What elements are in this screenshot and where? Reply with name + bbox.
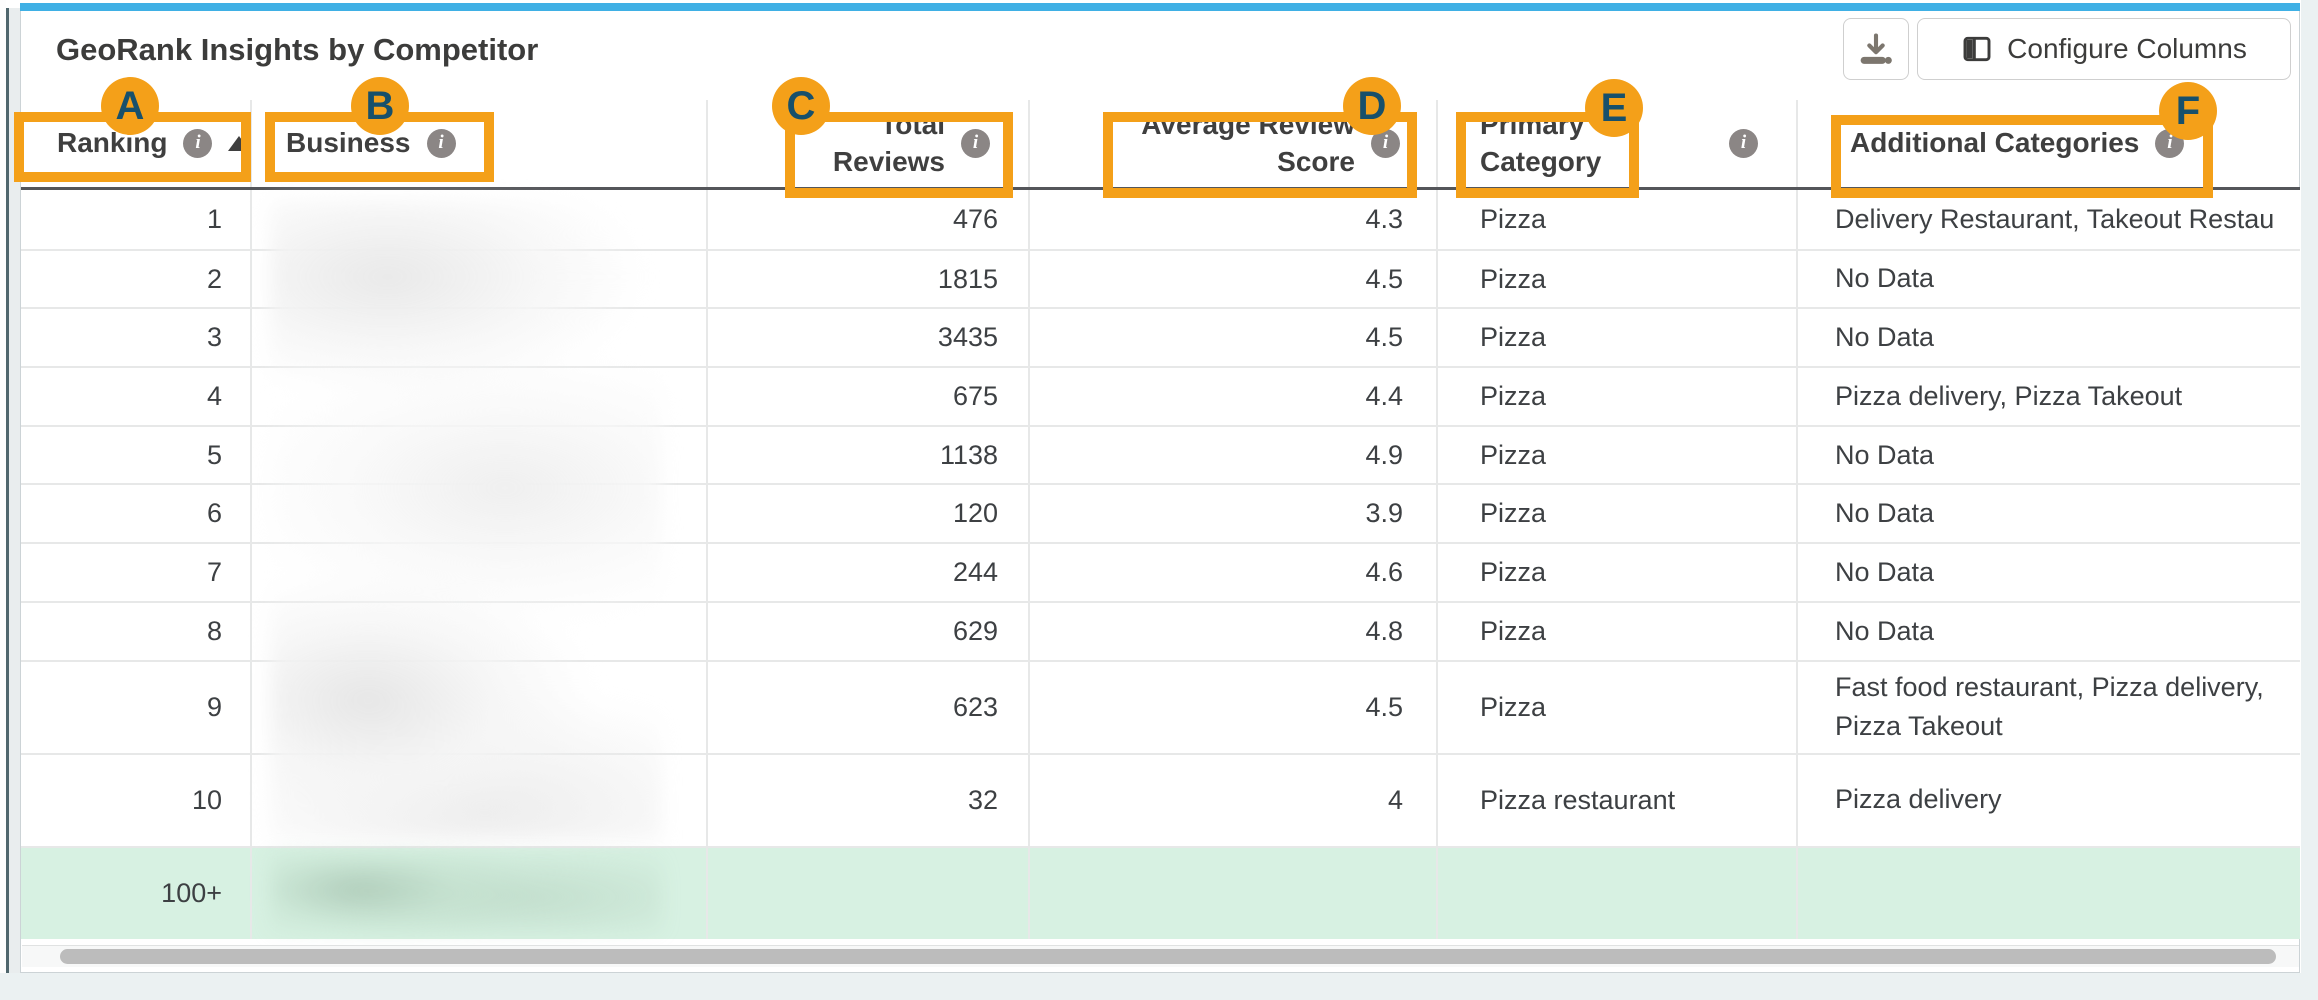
total-reviews-cell: 3435	[708, 309, 1030, 366]
additional-categories-cell: No Data	[1798, 309, 2300, 366]
average-review-score-cell	[1030, 848, 1438, 939]
ranking-cell: 1	[21, 190, 252, 249]
primary-category-cell: Pizza	[1438, 662, 1798, 753]
total-reviews-cell: 1138	[708, 427, 1030, 484]
blurred-business-name-highlight-row	[270, 852, 662, 934]
total-reviews-cell: 476	[708, 190, 1030, 249]
total-reviews-cell: 32	[708, 755, 1030, 846]
primary-category-cell	[1438, 848, 1798, 939]
download-button[interactable]	[1843, 18, 1909, 80]
average-review-score-cell: 4	[1030, 755, 1438, 846]
average-review-score-cell: 4.5	[1030, 251, 1438, 308]
columns-icon	[1961, 33, 1993, 65]
ranking-cell: 8	[21, 603, 252, 660]
average-review-score-cell: 4.5	[1030, 309, 1438, 366]
total-reviews-cell: 120	[708, 485, 1030, 542]
average-review-score-cell: 4.4	[1030, 368, 1438, 425]
total-reviews-cell: 244	[708, 544, 1030, 601]
average-review-score-cell: 3.9	[1030, 485, 1438, 542]
download-icon	[1857, 30, 1895, 68]
ranking-cell: 2	[21, 251, 252, 308]
additional-categories-cell: No Data	[1798, 427, 2300, 484]
average-review-score-cell: 4.5	[1030, 662, 1438, 753]
screenshot-stage: GeoRank Insights by Competitor Configure…	[0, 0, 2318, 1000]
primary-category-cell: Pizza	[1438, 251, 1798, 308]
annotation-badge-a: A	[101, 77, 159, 135]
configure-columns-label: Configure Columns	[2007, 33, 2247, 65]
additional-categories-cell: Pizza delivery, Pizza Takeout	[1798, 368, 2300, 425]
page-background-bottom	[0, 973, 2318, 1000]
total-reviews-cell: 1815	[708, 251, 1030, 308]
primary-category-cell: Pizza restaurant	[1438, 755, 1798, 846]
average-review-score-cell: 4.3	[1030, 190, 1438, 249]
additional-categories-cell: Pizza delivery	[1798, 755, 2300, 846]
ranking-cell: 5	[21, 427, 252, 484]
annotation-badge-d: D	[1343, 77, 1401, 135]
ranking-cell: 9	[21, 662, 252, 753]
average-review-score-cell: 4.9	[1030, 427, 1438, 484]
annotation-box-additional-categories	[1831, 115, 2213, 198]
additional-categories-cell: No Data	[1798, 485, 2300, 542]
primary-category-cell: Pizza	[1438, 190, 1798, 249]
annotation-badge-e: E	[1585, 79, 1643, 137]
average-review-score-cell: 4.8	[1030, 603, 1438, 660]
total-reviews-cell: 629	[708, 603, 1030, 660]
ranking-cell: 10	[21, 755, 252, 846]
additional-categories-cell	[1798, 848, 2300, 939]
info-icon[interactable]: i	[1729, 129, 1758, 158]
ranking-cell: 7	[21, 544, 252, 601]
additional-categories-cell: No Data	[1798, 251, 2300, 308]
primary-category-cell: Pizza	[1438, 427, 1798, 484]
card-top-accent-bar	[20, 3, 2300, 11]
additional-categories-cell: Delivery Restaurant, Takeout Restau	[1798, 190, 2300, 249]
average-review-score-cell: 4.6	[1030, 544, 1438, 601]
additional-categories-cell: No Data	[1798, 544, 2300, 601]
page-background-right	[2301, 0, 2318, 973]
additional-categories-cell: No Data	[1798, 603, 2300, 660]
annotation-badge-f: F	[2159, 82, 2217, 140]
primary-category-cell: Pizza	[1438, 309, 1798, 366]
ranking-cell: 4	[21, 368, 252, 425]
primary-category-cell: Pizza	[1438, 603, 1798, 660]
primary-category-cell: Pizza	[1438, 544, 1798, 601]
blurred-business-names	[270, 200, 662, 840]
annotation-badge-b: B	[351, 77, 409, 135]
ranking-cell: 100+	[21, 848, 252, 939]
horizontal-scrollbar-thumb[interactable]	[60, 949, 2276, 964]
total-reviews-cell: 623	[708, 662, 1030, 753]
annotation-badge-c: C	[772, 77, 830, 135]
configure-columns-button[interactable]: Configure Columns	[1917, 18, 2291, 80]
ranking-cell: 6	[21, 485, 252, 542]
ranking-cell: 3	[21, 309, 252, 366]
total-reviews-cell	[708, 848, 1030, 939]
primary-category-cell: Pizza	[1438, 485, 1798, 542]
additional-categories-cell: Fast food restaurant, Pizza delivery, Pi…	[1798, 662, 2300, 753]
primary-category-cell: Pizza	[1438, 368, 1798, 425]
page-title: GeoRank Insights by Competitor	[56, 32, 538, 68]
total-reviews-cell: 675	[708, 368, 1030, 425]
